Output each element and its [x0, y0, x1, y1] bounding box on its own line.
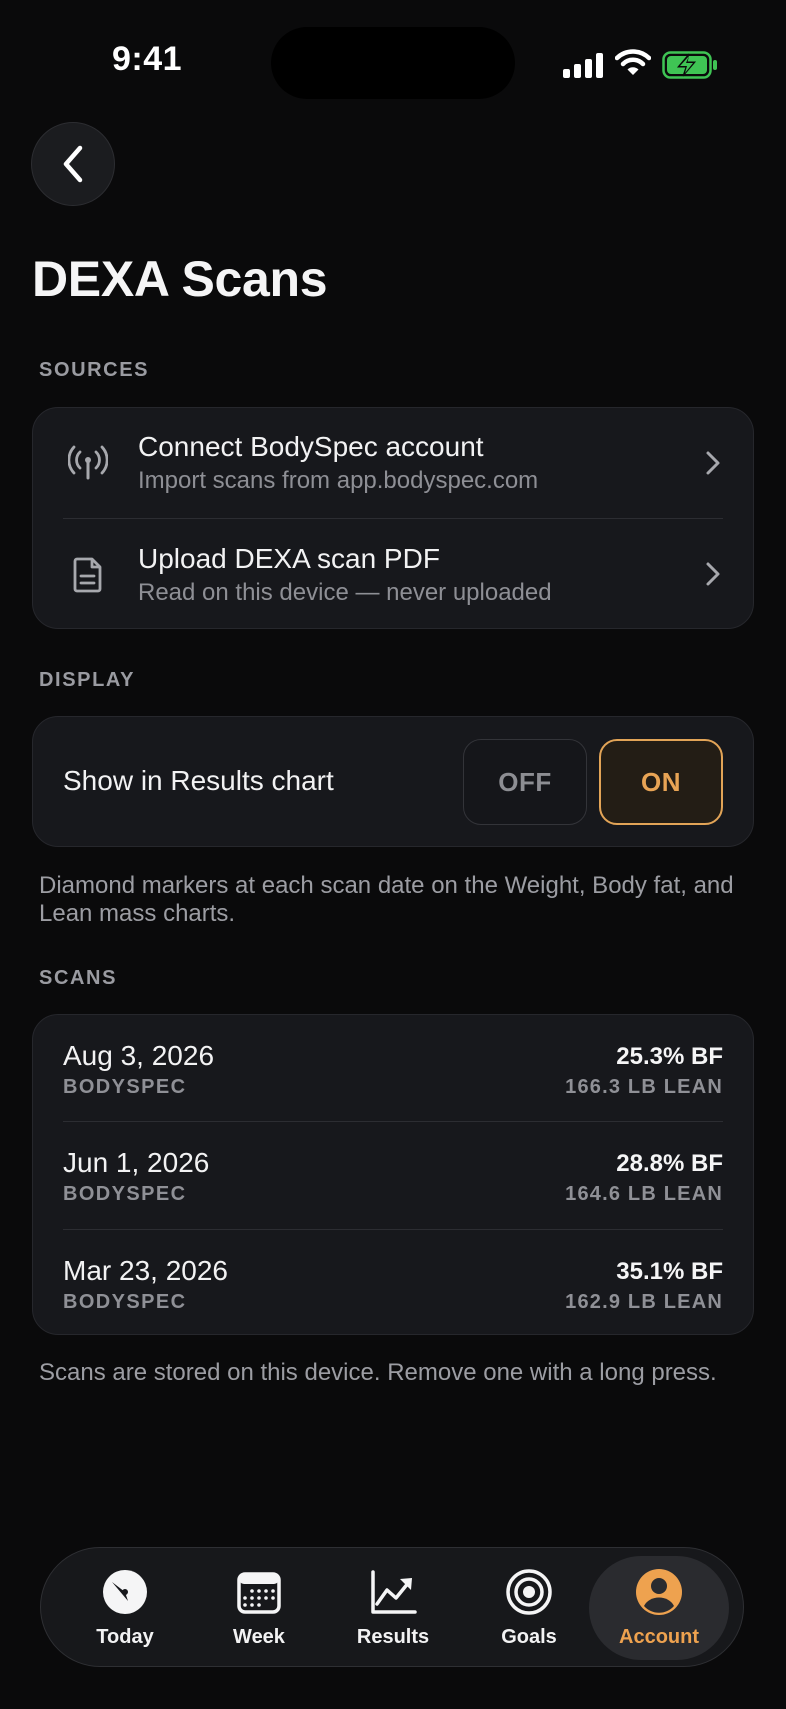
tab-results[interactable]: Results [323, 1556, 463, 1660]
cellular-signal-icon [563, 52, 603, 78]
tab-week-label: Week [233, 1626, 285, 1648]
scan-body-fat: 28.8% BF [616, 1150, 723, 1177]
tab-goals[interactable]: Goals [459, 1556, 599, 1660]
display-card: Show in Results chart OFF ON [32, 716, 754, 847]
scan-row[interactable]: Jun 1, 2026 BODYSPEC 28.8% BF 164.6 LB L… [33, 1122, 753, 1230]
scan-date: Jun 1, 2026 [63, 1147, 210, 1178]
toggle-on-button[interactable]: ON [599, 739, 723, 825]
tab-results-label: Results [356, 1626, 430, 1648]
person-icon [636, 1569, 682, 1615]
chevron-right-icon [706, 451, 720, 475]
chevron-right-icon [706, 562, 720, 586]
show-in-results-label: Show in Results chart [63, 765, 334, 796]
wifi-icon [615, 49, 651, 75]
scan-date: Aug 3, 2026 [63, 1040, 215, 1071]
display-note: Diamond markers at each scan date on the… [39, 872, 734, 927]
back-button[interactable] [31, 122, 115, 206]
scan-source: BODYSPEC [63, 1183, 187, 1205]
display-section-label: DISPLAY [39, 669, 136, 691]
antenna-icon [68, 443, 108, 483]
scans-card: Aug 3, 2026 BODYSPEC 25.3% BF 166.3 LB L… [32, 1014, 754, 1335]
upload-pdf-row[interactable]: Upload DEXA scan PDF Read on this device… [33, 519, 753, 630]
scan-source: BODYSPEC [63, 1291, 187, 1313]
document-icon [68, 555, 108, 595]
sources-card: Connect BodySpec account Import scans fr… [32, 407, 754, 629]
upload-pdf-subtitle: Read on this device — never uploaded [138, 579, 552, 606]
chart-icon [371, 1570, 417, 1614]
upload-pdf-title: Upload DEXA scan PDF [138, 543, 440, 574]
tab-today-label: Today [96, 1626, 154, 1648]
scan-body-fat: 35.1% BF [616, 1258, 723, 1285]
scan-row[interactable]: Aug 3, 2026 BODYSPEC 25.3% BF 166.3 LB L… [33, 1015, 753, 1122]
target-icon [506, 1569, 552, 1615]
connect-bodyspec-row[interactable]: Connect BodySpec account Import scans fr… [33, 408, 753, 519]
connect-bodyspec-title: Connect BodySpec account [138, 431, 484, 462]
scan-lean-mass: 162.9 LB LEAN [565, 1291, 723, 1313]
page-title: DEXA Scans [32, 251, 328, 307]
tab-account[interactable]: Account [589, 1556, 729, 1660]
sources-section-label: SOURCES [39, 359, 150, 381]
scan-lean-mass: 166.3 LB LEAN [565, 1076, 723, 1098]
tab-today[interactable]: Today [55, 1556, 195, 1660]
scans-note: Scans are stored on this device. Remove … [39, 1359, 717, 1386]
tab-account-label: Account [619, 1626, 699, 1648]
calendar-icon [237, 1572, 281, 1614]
toggle-off-button[interactable]: OFF [463, 739, 587, 825]
battery-charging-icon [662, 51, 717, 79]
scans-section-label: SCANS [39, 967, 118, 989]
tab-week[interactable]: Week [189, 1556, 329, 1660]
chevron-left-icon [63, 145, 83, 183]
scan-lean-mass: 164.6 LB LEAN [565, 1183, 723, 1205]
status-time: 9:41 [111, 40, 183, 78]
clock-icon [103, 1570, 147, 1614]
scan-row[interactable]: Mar 23, 2026 BODYSPEC 35.1% BF 162.9 LB … [33, 1230, 753, 1336]
tab-bar: Today Week Results Goals Account [40, 1547, 744, 1667]
tab-goals-label: Goals [501, 1626, 557, 1648]
scan-date: Mar 23, 2026 [63, 1255, 228, 1286]
connect-bodyspec-subtitle: Import scans from app.bodyspec.com [138, 467, 539, 494]
scan-body-fat: 25.3% BF [616, 1043, 723, 1070]
dynamic-island [271, 27, 515, 99]
scan-source: BODYSPEC [63, 1076, 187, 1098]
